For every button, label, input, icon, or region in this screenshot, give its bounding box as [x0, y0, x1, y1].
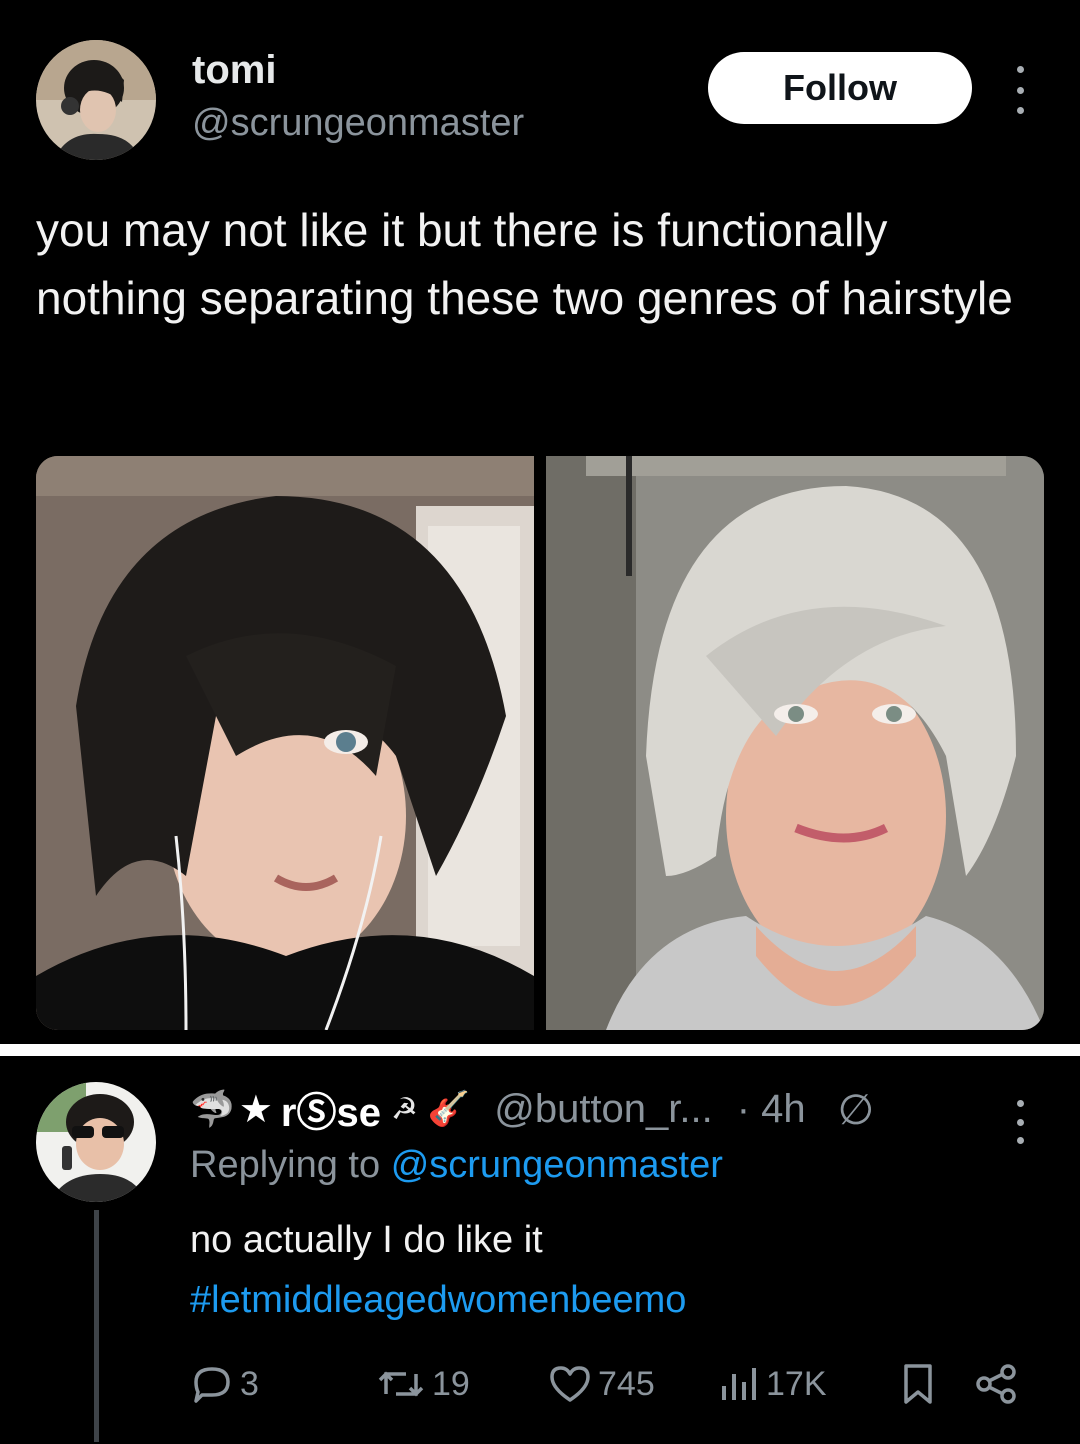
like-action[interactable]: 745 [548, 1356, 655, 1412]
reply-text-block: no actually I do like it #letmiddleagedw… [190, 1210, 686, 1330]
reply-author-handle[interactable]: @button_r... [494, 1087, 713, 1132]
reply-action[interactable]: 3 [190, 1356, 259, 1412]
hammer-sickle-icon: ☭ [390, 1092, 418, 1126]
repost-count: 19 [432, 1364, 470, 1403]
thread-line [94, 1210, 99, 1442]
replying-to: Replying to @scrungeonmaster [190, 1144, 723, 1187]
guitar-icon: 🎸 [427, 1090, 471, 1128]
reply-author-name[interactable]: rⓈse [281, 1080, 381, 1138]
analytics-icon [722, 1368, 756, 1400]
replying-to-mention[interactable]: @scrungeonmaster [391, 1144, 723, 1186]
reply-count: 3 [240, 1364, 259, 1403]
views-action[interactable]: 17K [716, 1356, 827, 1412]
star-icon: ★ [238, 1088, 273, 1131]
reply-hashtag[interactable]: #letmiddleagedwomenbeemo [190, 1270, 686, 1330]
tweet-image-left[interactable] [36, 456, 534, 1030]
reply-tweet: 🦈 ★ rⓈse ☭ 🎸 @button_r... · 4h ∅ Replyin… [0, 1056, 1080, 1444]
author-handle[interactable]: @scrungeonmaster [192, 102, 524, 145]
share-icon [976, 1364, 1016, 1404]
reply-action-bar: 3 19 745 17K [190, 1356, 1030, 1412]
tweet-text: you may not like it but there is functio… [36, 204, 1013, 324]
follow-button[interactable]: Follow [708, 52, 972, 124]
main-tweet: tomi @scrungeonmaster Follow you may not… [0, 0, 1080, 1042]
edit-history-icon[interactable]: ∅ [838, 1085, 875, 1134]
shark-icon: 🦈 [190, 1088, 235, 1129]
comment-icon [194, 1367, 230, 1403]
more-options-icon[interactable] [1006, 66, 1034, 114]
repost-icon [378, 1371, 424, 1397]
share-action[interactable] [974, 1356, 1024, 1412]
tweet-image-right[interactable] [546, 456, 1044, 1030]
bookmark-action[interactable] [898, 1356, 944, 1412]
reply-header: 🦈 ★ rⓈse ☭ 🎸 @button_r... · 4h ∅ [190, 1084, 875, 1136]
replying-to-label: Replying to [190, 1144, 381, 1186]
views-count: 17K [766, 1364, 827, 1403]
reply-timestamp[interactable]: · 4h [737, 1087, 806, 1132]
reply-text: no actually I do like it [190, 1219, 543, 1261]
section-divider [0, 1044, 1080, 1056]
repost-action[interactable]: 19 [376, 1356, 470, 1412]
heart-icon [550, 1366, 590, 1402]
reply-author-avatar[interactable] [36, 1082, 156, 1202]
reply-more-options-icon[interactable] [1006, 1100, 1034, 1144]
like-count: 745 [598, 1364, 655, 1403]
author-avatar[interactable] [36, 40, 156, 160]
bookmark-icon [904, 1364, 932, 1404]
author-name[interactable]: tomi [192, 48, 276, 93]
